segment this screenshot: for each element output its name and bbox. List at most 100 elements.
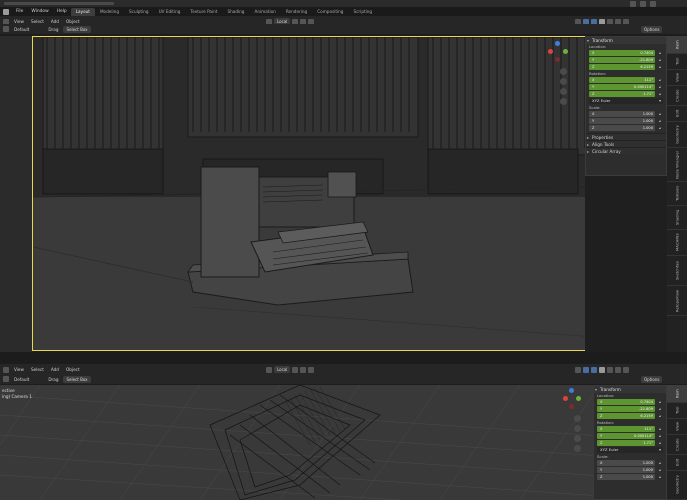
transform-panel-header[interactable]: Transform <box>586 37 666 44</box>
rotation-x-field[interactable]: X 111° <box>597 426 655 432</box>
gizmo-toggle-icon[interactable] <box>583 366 589 373</box>
tab-retopoflow[interactable]: RetopoFlow <box>667 286 687 316</box>
tab-tool[interactable]: Tool <box>667 54 687 70</box>
visibility-icon[interactable] <box>575 366 581 373</box>
rotation-mode-dropdown[interactable]: XYZ Euler <box>597 447 663 453</box>
snap-icon[interactable] <box>300 366 307 373</box>
circular-array-section[interactable]: Circular Array <box>586 147 666 155</box>
orientation-label[interactable]: Default <box>12 377 31 382</box>
menu-view[interactable]: View <box>12 367 26 372</box>
tab-view[interactable]: View <box>667 419 687 435</box>
lock-icon[interactable]: 🔓︎ <box>657 84 663 90</box>
pivot-icon[interactable] <box>292 366 299 373</box>
scale-z-field[interactable]: Z 1.000 <box>597 474 655 480</box>
workspace-tab-animation[interactable]: Animation <box>249 8 280 16</box>
location-y-field[interactable]: Y -21.809 <box>597 406 655 412</box>
tab-textools[interactable]: Textools <box>667 182 687 206</box>
tab-sketchfab[interactable]: Sketchfab <box>667 256 687 286</box>
gizmo-y-icon[interactable] <box>576 396 581 401</box>
camera-view-icon[interactable] <box>560 88 567 95</box>
options-dropdown[interactable]: Options <box>641 375 663 383</box>
grid-perspective-icon[interactable] <box>560 98 567 105</box>
gizmo-neg-x-icon[interactable] <box>555 57 560 62</box>
proportional-edit-icon[interactable] <box>308 366 315 373</box>
lock-icon[interactable]: 🔓︎ <box>657 413 663 419</box>
menu-object[interactable]: Object <box>64 367 82 372</box>
pan-hand-icon[interactable] <box>574 425 581 432</box>
camera-view-icon[interactable] <box>574 435 581 442</box>
solid-shading-icon[interactable] <box>607 366 613 373</box>
menu-file[interactable]: File <box>12 9 27 14</box>
menu-window[interactable]: Window <box>27 9 52 14</box>
rotation-z-field[interactable]: Z 1.71° <box>589 91 655 97</box>
workspace-tab-scripting[interactable]: Scripting <box>348 8 377 16</box>
grid-perspective-icon[interactable] <box>574 445 581 452</box>
lock-icon[interactable]: 🔓︎ <box>657 406 663 412</box>
menu-help[interactable]: Help <box>53 9 71 14</box>
rotation-y-field[interactable]: Y 0.000114° <box>597 433 655 439</box>
rotation-z-field[interactable]: Z 1.71° <box>597 440 655 446</box>
object-mode-icon[interactable] <box>3 376 9 382</box>
location-z-field[interactable]: Z 6.2159 <box>589 64 655 70</box>
zoom-icon[interactable] <box>574 415 581 422</box>
tab-machin3[interactable]: MACHIN3 <box>667 230 687 256</box>
tab-node-wrangler[interactable]: Node Wrangler <box>667 148 687 182</box>
lock-icon[interactable]: 🔓︎ <box>657 125 663 131</box>
blender-logo-icon[interactable] <box>3 8 9 15</box>
workspace-tab-shading[interactable]: Shading <box>222 8 249 16</box>
transform-panel-header[interactable]: Transform <box>594 386 666 393</box>
rendered-shading-icon[interactable] <box>623 366 629 373</box>
lock-icon[interactable]: 🔓︎ <box>657 440 663 446</box>
gizmo-x-icon[interactable] <box>548 49 553 54</box>
editor-type-icon[interactable] <box>3 366 9 373</box>
lock-icon[interactable]: 🔓︎ <box>657 399 663 405</box>
rotation-x-field[interactable]: X 111° <box>589 77 655 83</box>
tab-create[interactable]: Create <box>667 86 687 106</box>
zoom-icon[interactable] <box>560 68 567 75</box>
transform-space-dropdown[interactable]: Local <box>274 366 291 373</box>
overlays-icon[interactable] <box>591 366 597 373</box>
menu-select[interactable]: Select <box>29 367 46 372</box>
location-x-field[interactable]: X 0.7404 <box>589 50 655 56</box>
tab-item[interactable]: Item <box>667 385 687 403</box>
tab-create[interactable]: Create <box>667 435 687 455</box>
tab-tool[interactable]: Tool <box>667 403 687 419</box>
scale-x-field[interactable]: X 1.000 <box>597 460 655 466</box>
gizmo-y-icon[interactable] <box>563 49 568 54</box>
workspace-tab-layout[interactable]: Layout <box>70 7 95 16</box>
location-y-field[interactable]: Y -21.809 <box>589 57 655 63</box>
align-tools-section[interactable]: Align Tools <box>586 140 666 148</box>
scale-y-field[interactable]: Y 1.000 <box>597 467 655 473</box>
workspace-tab-sculpting[interactable]: Sculpting <box>124 8 154 16</box>
location-z-field[interactable]: Z 6.2159 <box>597 413 655 419</box>
lock-icon[interactable]: 🔓︎ <box>657 426 663 432</box>
pan-hand-icon[interactable] <box>560 78 567 85</box>
select-mode-dropdown[interactable]: Select Box <box>63 375 91 383</box>
lock-icon[interactable]: 🔓︎ <box>657 433 663 439</box>
tab-edit[interactable]: Edit <box>667 455 687 471</box>
tab-edit[interactable]: Edit <box>667 106 687 122</box>
properties-section[interactable]: Properties <box>586 133 666 141</box>
orientation-label[interactable]: Default <box>12 27 31 32</box>
top-3d-viewport[interactable] <box>32 36 594 351</box>
lock-icon[interactable]: 🔓︎ <box>657 460 663 466</box>
lock-icon[interactable]: 🔓︎ <box>657 111 663 117</box>
workspace-tab-texture-paint[interactable]: Texture Paint <box>185 8 222 16</box>
lock-icon[interactable]: 🔓︎ <box>657 64 663 70</box>
workspace-tab-rendering[interactable]: Rendering <box>281 8 312 16</box>
wireframe-shading-icon[interactable] <box>599 366 605 373</box>
scale-y-field[interactable]: Y 1.000 <box>589 118 655 124</box>
gizmo-x-icon[interactable] <box>563 396 568 401</box>
location-x-field[interactable]: X 0.7404 <box>597 399 655 405</box>
lock-icon[interactable]: 🔓︎ <box>657 467 663 473</box>
lock-icon[interactable]: 🔓︎ <box>657 118 663 124</box>
select-mode-dropdown[interactable]: Select Box <box>63 25 91 33</box>
workspace-tab-modeling[interactable]: Modeling <box>95 8 124 16</box>
gizmo-neg-x-icon[interactable] <box>569 404 574 409</box>
scale-x-field[interactable]: X 1.000 <box>589 111 655 117</box>
tab-item[interactable]: Item <box>667 36 687 54</box>
lock-icon[interactable]: 🔓︎ <box>657 474 663 480</box>
tab-geometry[interactable]: Geometry <box>667 471 687 500</box>
tab-geometry[interactable]: Geometry <box>667 122 687 148</box>
gizmo-z-icon[interactable] <box>569 388 574 393</box>
